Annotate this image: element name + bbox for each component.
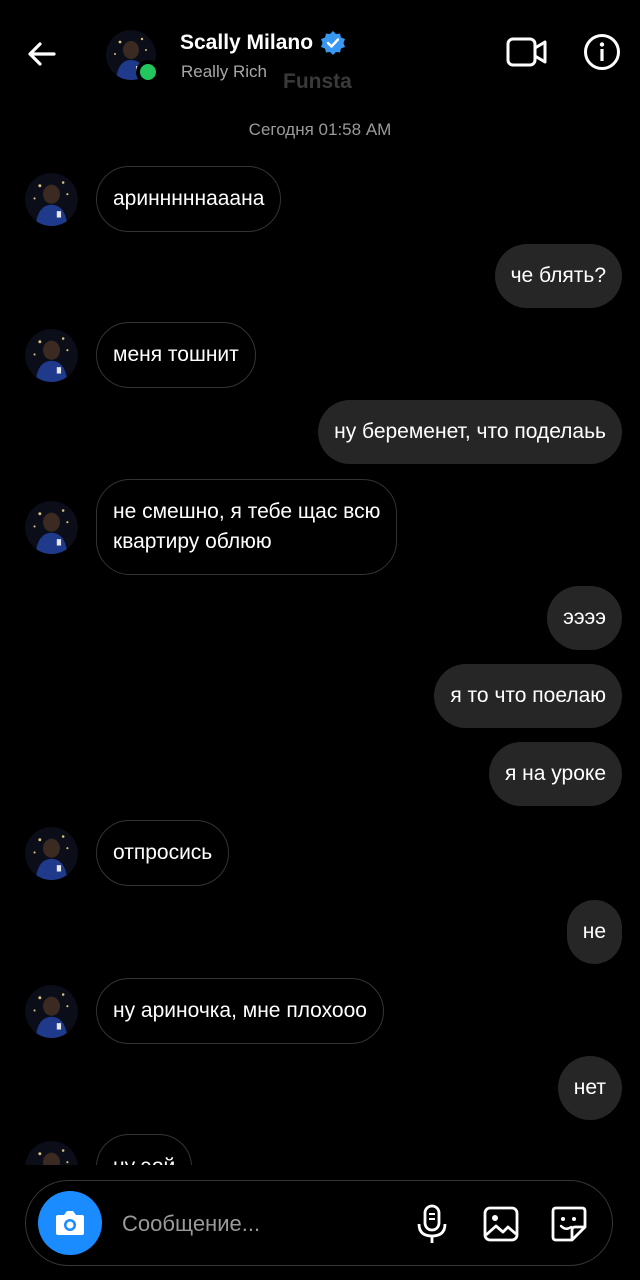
gallery-button[interactable]: [482, 1205, 520, 1243]
incoming-message-bubble[interactable]: не смешно, я тебе щас всю квартиру облюю: [96, 479, 398, 575]
back-arrow-icon: [28, 42, 56, 66]
outgoing-message-bubble[interactable]: не: [566, 900, 622, 964]
outgoing-message-bubble[interactable]: я то что поелаю: [434, 664, 622, 728]
back-button[interactable]: [24, 36, 60, 72]
incoming-message-bubble[interactable]: ну ариночка, мне плохооо: [96, 978, 384, 1044]
camera-button[interactable]: [38, 1191, 102, 1255]
contact-name[interactable]: Scally Milano: [180, 31, 313, 55]
message-list[interactable]: аринннннааана че блять? меня тошнит ну бере…: [0, 150, 640, 1165]
outgoing-message-bubble[interactable]: че блять?: [494, 244, 622, 308]
online-status-dot: [136, 60, 160, 84]
incoming-message-bubble[interactable]: отпросись: [96, 820, 230, 886]
info-button[interactable]: [582, 32, 622, 72]
gallery-icon: [483, 1206, 519, 1242]
sender-avatar[interactable]: [25, 329, 78, 382]
outgoing-message-bubble[interactable]: нет: [557, 1056, 622, 1120]
incoming-message-bubble[interactable]: ну эой: [96, 1134, 193, 1165]
message-composer: [25, 1180, 613, 1266]
sticker-icon: [551, 1206, 587, 1242]
sticker-button[interactable]: [550, 1205, 588, 1243]
video-call-button[interactable]: [505, 34, 549, 70]
sender-avatar[interactable]: [25, 173, 78, 226]
outgoing-message-bubble[interactable]: я на уроке: [488, 742, 622, 806]
outgoing-message-bubble[interactable]: ну беременет, что поделаьь: [318, 400, 622, 464]
chat-header: Scally Milano Really Rich Funsta: [0, 0, 640, 110]
sender-avatar[interactable]: [25, 985, 78, 1038]
sender-avatar[interactable]: [25, 827, 78, 880]
microphone-icon: [417, 1204, 447, 1243]
incoming-message-bubble[interactable]: аринннннааана: [96, 166, 282, 232]
chat-screen: Scally Milano Really Rich Funsta Сегодня…: [0, 0, 640, 1280]
contact-subtitle: Really Rich: [181, 62, 267, 81]
message-input[interactable]: [120, 1203, 404, 1245]
sender-avatar[interactable]: [25, 501, 78, 554]
info-icon: [584, 34, 620, 70]
outgoing-message-bubble[interactable]: ээээ: [547, 586, 622, 650]
overlay-watermark-text: Funsta: [283, 70, 352, 93]
video-call-icon: [506, 37, 547, 67]
voice-message-button[interactable]: [414, 1203, 450, 1245]
camera-icon: [56, 1211, 84, 1235]
incoming-message-bubble[interactable]: меня тошнит: [96, 322, 256, 388]
verified-badge: [320, 30, 346, 56]
sender-avatar[interactable]: [25, 1141, 78, 1165]
conversation-timestamp: Сегодня 01:58 AM: [248, 120, 392, 139]
verified-badge-icon: [321, 31, 345, 55]
